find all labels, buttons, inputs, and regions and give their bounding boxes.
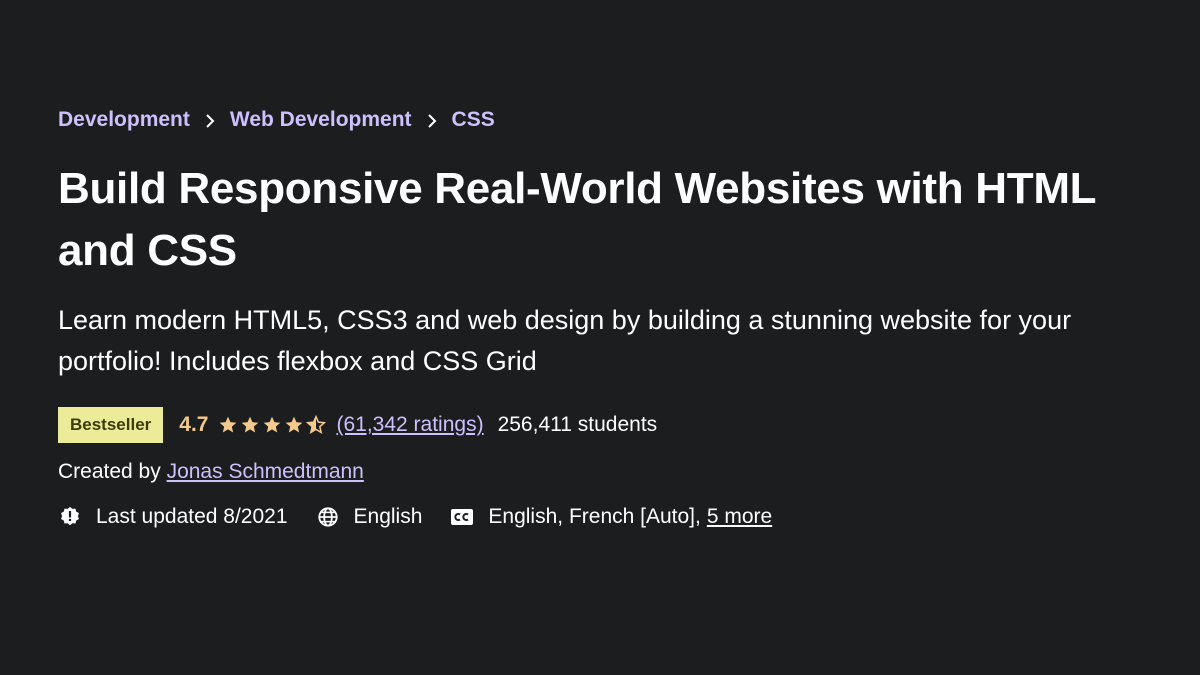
chevron-right-icon — [190, 110, 230, 131]
globe-icon — [316, 505, 340, 529]
breadcrumb-item-css[interactable]: CSS — [452, 108, 495, 132]
course-header: Development Web Development CSS Build Re… — [0, 0, 1200, 675]
instructor-link[interactable]: Jonas Schmedtmann — [167, 460, 364, 483]
created-by-label: Created by — [58, 460, 161, 483]
created-by: Created by Jonas Schmedtmann — [58, 456, 1200, 488]
course-stats: Bestseller 4.7 (61,342 ratings) 256,411 … — [58, 406, 1200, 444]
course-language: English — [316, 505, 423, 529]
captions-text: English, French [Auto], — [488, 505, 701, 528]
course-title: Build Responsive Real-World Websites wit… — [58, 164, 1096, 275]
closed-captions-icon — [450, 505, 474, 529]
star-half-icon — [306, 415, 327, 435]
star-rating — [218, 415, 327, 435]
language-text: English — [353, 505, 423, 528]
star-icon — [264, 416, 281, 433]
course-subtitle: Learn modern HTML5, CSS3 and web design … — [58, 305, 1072, 376]
star-icon — [286, 416, 303, 433]
captions-more-link[interactable]: 5 more — [707, 505, 772, 529]
last-updated-text: Last updated 8/2021 — [96, 505, 288, 528]
bestseller-badge: Bestseller — [58, 407, 164, 443]
students-count: 256,411 students — [497, 413, 658, 436]
rating-value: 4.7 — [179, 413, 209, 436]
alert-badge-icon — [58, 505, 82, 529]
breadcrumb: Development Web Development CSS — [58, 102, 1200, 138]
chevron-right-icon — [412, 110, 452, 131]
ratings-count-link[interactable]: (61,342 ratings) — [336, 413, 483, 437]
course-captions: English, French [Auto], 5 more — [450, 505, 772, 529]
last-updated: Last updated 8/2021 — [58, 505, 288, 529]
breadcrumb-item-web-development[interactable]: Web Development — [230, 108, 412, 132]
course-meta: Last updated 8/2021 English English, Fre… — [58, 500, 1200, 534]
breadcrumb-item-development[interactable]: Development — [58, 108, 190, 132]
star-icon — [220, 416, 237, 433]
star-icon — [242, 416, 259, 433]
